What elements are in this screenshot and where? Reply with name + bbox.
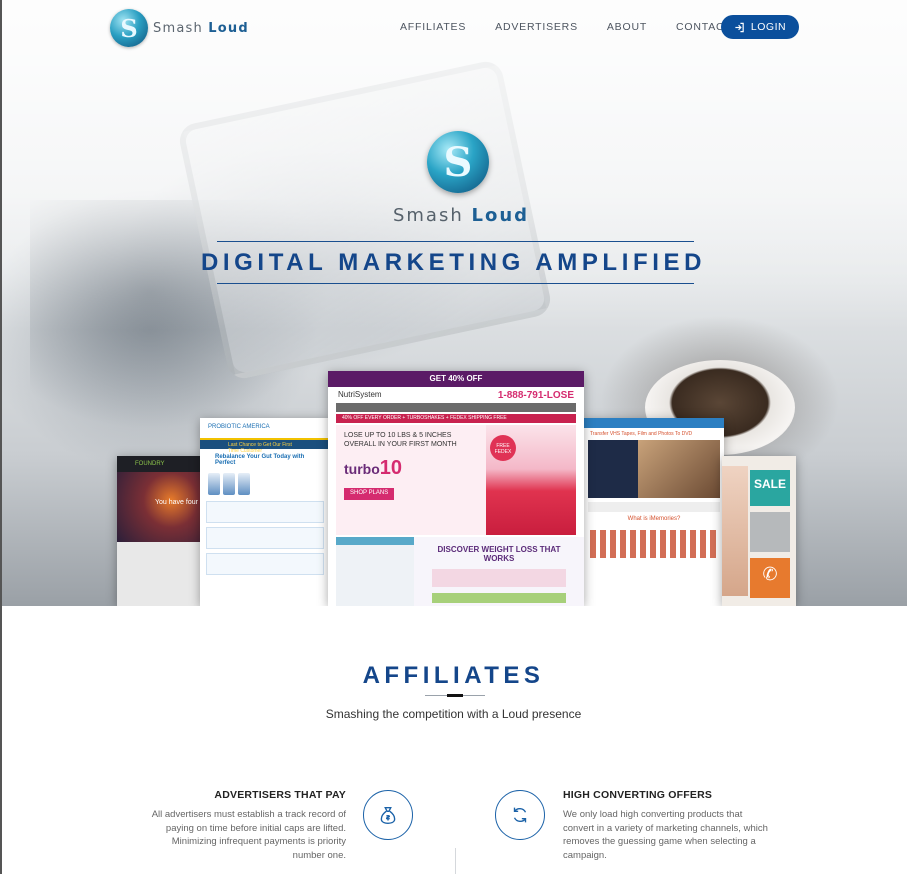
imemories-panel (588, 440, 638, 498)
brand-word2: Loud (208, 20, 249, 36)
imemories-header (584, 418, 724, 428)
feature-divider (455, 848, 456, 874)
probiotic-heading: Rebalance Your Gut Today with Perfect (215, 454, 305, 466)
nutri-model-image: FREE FEDEX (486, 425, 576, 535)
nutri-logo: NutriSystem (338, 390, 382, 399)
nutri-lower: DISCOVER WEIGHT LOSS THAT WORKS (336, 537, 584, 606)
hero-tagline: DIGITAL MARKETING AMPLIFIED (200, 249, 707, 276)
nutri-menu-bar (336, 403, 576, 412)
nutri-discover: DISCOVER WEIGHT LOSS THAT WORKS (414, 537, 584, 606)
foundry-lower (117, 542, 207, 606)
nutri-turbo-number: 10 (379, 457, 403, 480)
brand-logo-icon: S (110, 9, 148, 47)
sale-tile-image (750, 512, 790, 552)
nutri-results-box (432, 569, 566, 587)
client-site-screenshot-probiotic: PROBIOTIC AMERICA Last Chance to Get Our… (200, 418, 330, 606)
feature-title-advertisers: ADVERTISERS THAT PAY (214, 789, 346, 801)
probiotic-package-option (206, 527, 324, 549)
imemories-partner-logos (588, 502, 720, 512)
hero-logo-word2: Loud (471, 205, 530, 226)
foundry-hero-text: You have four (117, 472, 207, 542)
imemories-video (588, 440, 720, 498)
page-left-edge (0, 0, 2, 874)
nutri-copy: LOSE UP TO 10 LBS & 5 INCHES OVERALL IN … (336, 425, 486, 535)
nav-link-about[interactable]: ABOUT (607, 21, 647, 33)
nav-link-affiliates[interactable]: AFFILIATES (400, 21, 466, 33)
sale-tile: SALE (750, 470, 790, 506)
hero-logo-icon: S (427, 131, 489, 193)
probiotic-package-option (206, 553, 324, 575)
nutri-bmi-form (336, 537, 414, 606)
login-icon (735, 22, 744, 32)
bottle-image (223, 473, 235, 495)
probiotic-banner: Last Chance to Get Our First Time Custom… (200, 440, 330, 454)
hero-logo-wordmark: Smash Loud (386, 205, 536, 226)
nutri-brand-row: NutriSystem 1-888-791-LOSE (328, 387, 584, 403)
nutri-convenience-box (432, 593, 566, 603)
nutri-discover-text: DISCOVER WEIGHT LOSS THAT WORKS (437, 545, 561, 563)
nutri-promo-bar: 40% OFF EVERY ORDER + TURBOSHAKES + FEDE… (336, 414, 576, 423)
money-bag-icon (363, 790, 413, 840)
refresh-icon (495, 790, 545, 840)
probiotic-package-option (206, 501, 324, 523)
nutri-offer-banner: GET 40% OFF (328, 371, 584, 387)
imemories-timeline (590, 530, 718, 558)
client-site-screenshot-foundry: FOUNDRY You have four (117, 456, 207, 606)
nutri-fedex-badge: FREE FEDEX (490, 435, 516, 461)
affiliates-heading: AFFILIATES (362, 662, 545, 689)
brand-word1: Smash (153, 20, 203, 36)
top-navbar: S Smash Loud AFFILIATES ADVERTISERS ABOU… (0, 0, 907, 56)
feature-title-offers: HIGH CONVERTING OFFERS (563, 789, 713, 801)
nutri-turbo-logo: turbo10 (344, 455, 478, 481)
affiliates-divider-accent (447, 694, 463, 697)
nutri-hero: LOSE UP TO 10 LBS & 5 INCHES OVERALL IN … (336, 425, 576, 535)
hero-logo-word1: Smash (392, 205, 464, 226)
feature-text-offers: We only load high converting products th… (563, 809, 768, 861)
phone-icon: ✆ (750, 558, 790, 598)
affiliates-subtitle: Smashing the competition with a Loud pre… (325, 707, 582, 721)
sale-model-image (722, 466, 748, 596)
probiotic-logo: PROBIOTIC AMERICA (200, 418, 330, 440)
nutri-turbo-word: turbo (344, 461, 380, 478)
nav-links: AFFILIATES ADVERTISERS ABOUT CONTACT (400, 21, 761, 33)
bottle-image (208, 473, 220, 495)
brand-wordmark: Smash Loud (153, 21, 249, 36)
login-button[interactable]: LOGIN (721, 15, 799, 39)
nutri-headline: LOSE UP TO 10 LBS & 5 INCHES OVERALL IN … (344, 432, 457, 449)
imemories-photo (638, 440, 720, 498)
probiotic-products (200, 471, 330, 497)
client-site-screenshot-imemories: Transfer VHS Tapes, Film and Photos To D… (584, 418, 724, 606)
foundry-header: FOUNDRY (117, 456, 207, 472)
nav-link-advertisers[interactable]: ADVERTISERS (495, 21, 578, 33)
nutri-shop-button: SHOP PLANS (344, 488, 395, 500)
login-label: LOGIN (750, 21, 787, 33)
nutri-phone: 1-888-791-LOSE (497, 390, 574, 401)
bottle-image (238, 473, 250, 495)
feature-text-advertisers: All advertisers must establish a track r… (151, 809, 346, 861)
imemories-question: What is iMemories? (627, 516, 681, 522)
brand-logo-link[interactable]: S Smash Loud (110, 9, 249, 47)
client-site-screenshot-nutrisystem: GET 40% OFF NutriSystem 1-888-791-LOSE 4… (328, 371, 584, 606)
imemories-title: Transfer VHS Tapes, Film and Photos To D… (590, 431, 693, 437)
hero-section: S Smash Loud DIGITAL MARKETING AMPLIFIED… (0, 0, 907, 606)
client-site-screenshot-sale: SALE ✆ (722, 456, 796, 606)
